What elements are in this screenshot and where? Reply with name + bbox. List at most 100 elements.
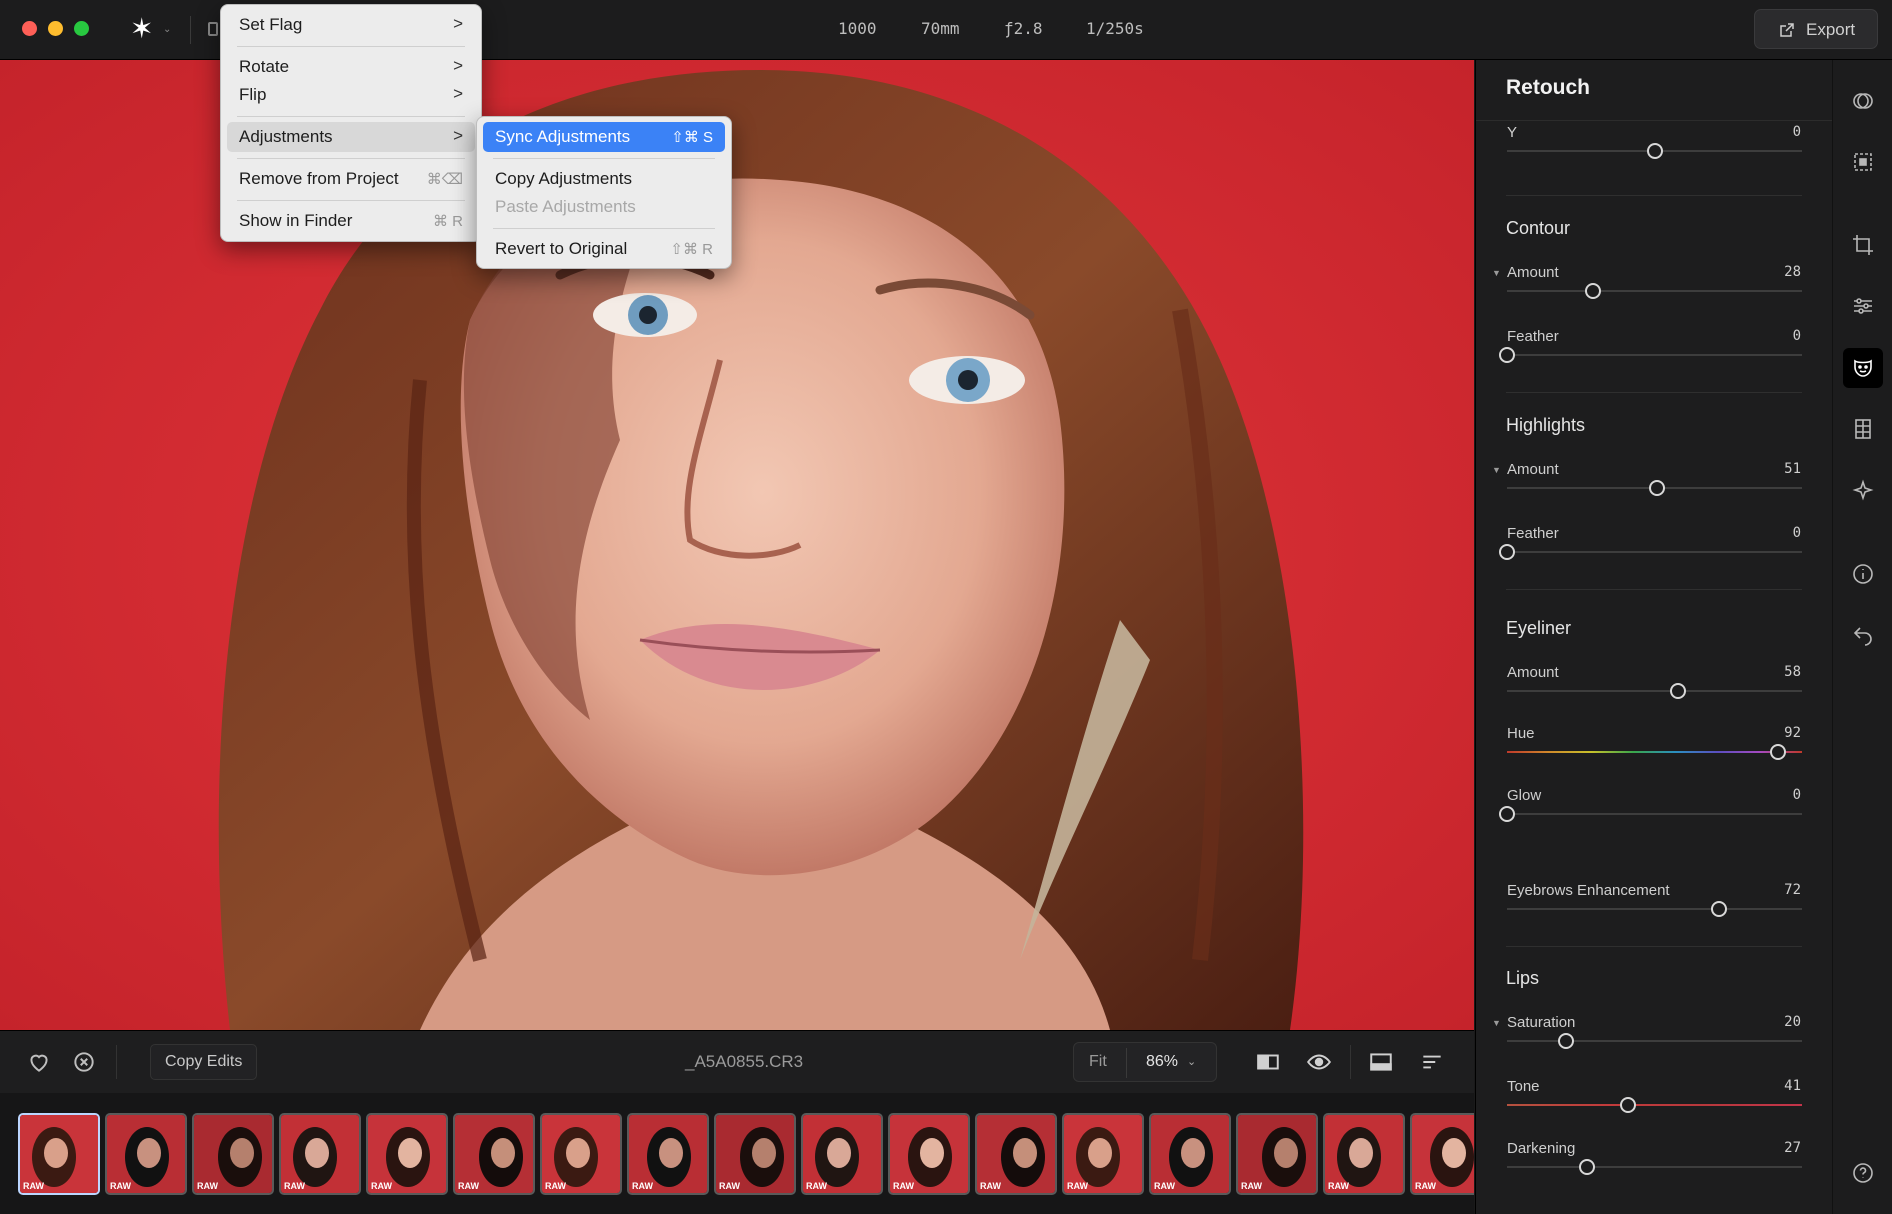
- help-icon[interactable]: [1851, 1161, 1875, 1185]
- reject-icon[interactable]: [71, 1049, 97, 1075]
- sort-icon[interactable]: [1419, 1049, 1445, 1075]
- menu-item-set-flag[interactable]: Set Flag >: [227, 10, 475, 40]
- select-icon[interactable]: [1851, 150, 1875, 174]
- zoom-divider: [1126, 1048, 1127, 1078]
- contour-amount-label: Amount: [1507, 264, 1559, 281]
- zoom-control[interactable]: Fit 86% ⌄: [1073, 1042, 1217, 1082]
- lips-saturation-slider-track[interactable]: [1507, 1040, 1802, 1042]
- lips-tone-slider-knob[interactable]: [1619, 1097, 1636, 1113]
- menu-item-rotate[interactable]: Rotate >: [227, 52, 475, 82]
- disclosure-triangle-icon[interactable]: ▼: [1492, 268, 1501, 278]
- highlights-amount-value: 51: [1784, 461, 1801, 477]
- shortcut-label: ⇧⌘ R: [670, 241, 713, 258]
- filmstrip-thumbnail[interactable]: RAW: [714, 1113, 796, 1195]
- undo-icon[interactable]: [1851, 623, 1875, 647]
- y-slider-knob[interactable]: [1646, 143, 1663, 159]
- filmstrip-thumbnail[interactable]: RAW: [279, 1113, 361, 1195]
- raw-badge: RAW: [1067, 1181, 1088, 1191]
- chevron-down-icon[interactable]: ⌄: [163, 24, 171, 35]
- retouch-panel: Retouch Y 0 Contour ▼ Amount 28 Feather 0 Highli…: [1475, 60, 1832, 1214]
- filmstrip-thumbnail[interactable]: RAW: [1149, 1113, 1231, 1195]
- section-divider: [1506, 946, 1802, 947]
- app-menu-icon[interactable]: ✶: [130, 14, 153, 44]
- contour-amount-slider-knob[interactable]: [1584, 283, 1601, 299]
- copy-edits-button[interactable]: Copy Edits: [150, 1044, 257, 1080]
- magic-icon[interactable]: [1851, 479, 1875, 503]
- menu-item-adjustments[interactable]: Adjustments >: [227, 122, 475, 152]
- filmstrip-thumbnail[interactable]: RAW: [1323, 1113, 1405, 1195]
- iso-readout: 1000: [838, 19, 877, 38]
- presets-icon[interactable]: [1851, 89, 1875, 113]
- filmstrip-thumbnail[interactable]: RAW: [1062, 1113, 1144, 1195]
- lips-darkening-slider-knob[interactable]: [1578, 1159, 1595, 1175]
- section-title-highlights[interactable]: Highlights: [1506, 415, 1585, 436]
- y-label: Y: [1507, 124, 1518, 141]
- contour-feather-slider-track[interactable]: [1507, 354, 1802, 356]
- filmstrip-thumbnail[interactable]: RAW: [801, 1113, 883, 1195]
- chevron-right-icon: >: [453, 126, 463, 145]
- filmstrip-thumbnail[interactable]: RAW: [1236, 1113, 1318, 1195]
- disclosure-triangle-icon[interactable]: ▼: [1492, 1018, 1501, 1028]
- raw-badge: RAW: [1415, 1181, 1436, 1191]
- section-title-lips[interactable]: Lips: [1506, 968, 1539, 989]
- heart-icon[interactable]: [26, 1049, 52, 1075]
- highlights-feather-slider-knob[interactable]: [1499, 544, 1515, 560]
- menu-item-flip[interactable]: Flip >: [227, 80, 475, 110]
- filmstrip-thumbnail[interactable]: RAW: [888, 1113, 970, 1195]
- menu-item-show-in-finder[interactable]: Show in Finder ⌘ R: [227, 206, 475, 236]
- eyeliner-hue-label: Hue: [1507, 725, 1535, 742]
- filmstrip[interactable]: RAW RAW RAW RAW RAW RAW RAW RAW RAW RAW RAW RAW RAW R…: [0, 1093, 1474, 1214]
- zoom-level[interactable]: 86%: [1146, 1053, 1178, 1071]
- window-minimize-button[interactable]: [48, 21, 63, 36]
- grid-icon[interactable]: [1851, 417, 1875, 441]
- zoom-fit-button[interactable]: Fit: [1089, 1053, 1107, 1071]
- menu-separator: [237, 116, 465, 117]
- disclosure-triangle-icon[interactable]: ▼: [1492, 465, 1501, 475]
- eyeliner-amount-slider-knob[interactable]: [1670, 683, 1687, 699]
- contour-feather-slider-knob[interactable]: [1499, 347, 1515, 363]
- menu-item-sync-adjustments[interactable]: Sync Adjustments ⇧⌘ S: [483, 122, 725, 152]
- filmstrip-thumbnail[interactable]: RAW: [192, 1113, 274, 1195]
- raw-badge: RAW: [1154, 1181, 1175, 1191]
- adjustments-icon[interactable]: [1851, 294, 1875, 318]
- window-close-button[interactable]: [22, 21, 37, 36]
- highlights-amount-slider-knob[interactable]: [1649, 480, 1666, 496]
- lips-saturation-slider-knob[interactable]: [1558, 1033, 1574, 1049]
- lips-tone-slider-track[interactable]: [1507, 1104, 1802, 1106]
- info-icon[interactable]: [1851, 562, 1875, 586]
- eyeliner-glow-slider-knob[interactable]: [1499, 806, 1515, 822]
- filmstrip-thumbnail[interactable]: RAW: [1410, 1113, 1474, 1195]
- section-title-eyeliner[interactable]: Eyeliner: [1506, 618, 1571, 639]
- menu-item-copy-adjustments[interactable]: Copy Adjustments: [483, 164, 725, 194]
- eyeliner-hue-slider-track[interactable]: [1507, 751, 1802, 753]
- menu-item-remove-from-project[interactable]: Remove from Project ⌘⌫: [227, 164, 475, 194]
- export-button[interactable]: Export: [1754, 9, 1878, 49]
- eyeliner-glow-slider-track[interactable]: [1507, 813, 1802, 815]
- menu-separator: [493, 228, 715, 229]
- contour-amount-slider-track[interactable]: [1507, 290, 1802, 292]
- filmstrip-thumbnail[interactable]: RAW: [627, 1113, 709, 1195]
- lips-darkening-slider-track[interactable]: [1507, 1166, 1802, 1168]
- retouch-face-icon[interactable]: [1851, 356, 1875, 380]
- eyeliner-eyebrows-enhancement-slider-track[interactable]: [1507, 908, 1802, 910]
- filmstrip-toggle-icon[interactable]: [1368, 1049, 1394, 1075]
- eyeliner-amount-value: 58: [1784, 664, 1801, 680]
- eye-icon[interactable]: [1306, 1049, 1332, 1075]
- menu-item-revert-to-original[interactable]: Revert to Original ⇧⌘ R: [483, 234, 725, 264]
- filmstrip-thumbnail[interactable]: RAW: [975, 1113, 1057, 1195]
- filmstrip-thumbnail[interactable]: RAW: [105, 1113, 187, 1195]
- compare-icon[interactable]: [1255, 1049, 1281, 1075]
- filmstrip-thumbnail[interactable]: RAW: [453, 1113, 535, 1195]
- filmstrip-thumbnail[interactable]: RAW: [18, 1113, 100, 1195]
- filmstrip-thumbnail[interactable]: RAW: [540, 1113, 622, 1195]
- section-title-contour[interactable]: Contour: [1506, 218, 1570, 239]
- eyeliner-eyebrows-enhancement-slider-knob[interactable]: [1711, 901, 1728, 917]
- eyeliner-hue-slider-knob[interactable]: [1770, 744, 1787, 760]
- eyeliner-amount-slider-track[interactable]: [1507, 690, 1802, 692]
- window-zoom-button[interactable]: [74, 21, 89, 36]
- focal-length-readout: 70mm: [921, 19, 960, 38]
- crop-icon[interactable]: [1851, 233, 1875, 257]
- highlights-feather-slider-track[interactable]: [1507, 551, 1802, 553]
- filmstrip-thumbnail[interactable]: RAW: [366, 1113, 448, 1195]
- sidebar-toggle-icon[interactable]: [208, 22, 218, 36]
